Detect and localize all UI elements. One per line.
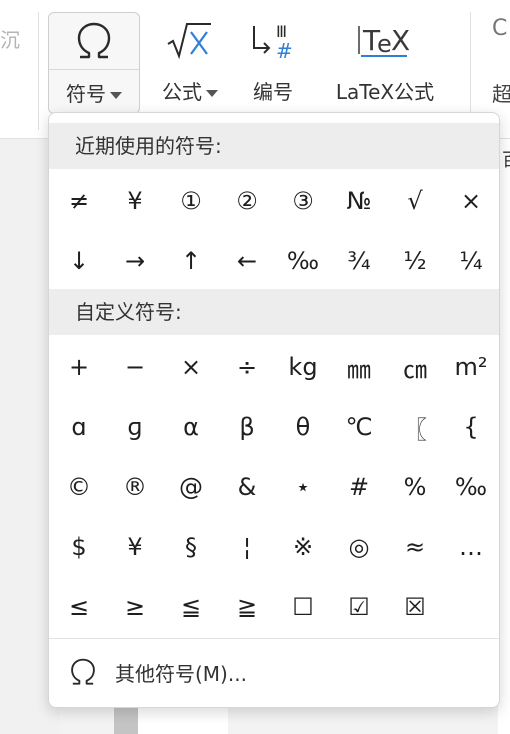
custom-symbol[interactable]: © (51, 457, 107, 517)
custom-symbol[interactable]: + (51, 337, 107, 397)
custom-symbol[interactable]: ÷ (219, 337, 275, 397)
formula-button[interactable]: 公式 (150, 12, 230, 114)
recent-symbol[interactable]: × (443, 171, 499, 231)
latex-icon-area: T e X (316, 12, 454, 68)
recent-symbol[interactable]: № (331, 171, 387, 231)
recent-symbol[interactable]: → (107, 231, 163, 291)
svg-text:e: e (377, 30, 392, 58)
svg-text:#: # (276, 39, 293, 60)
more-symbols-button[interactable]: 其他符号(M)... (49, 639, 499, 705)
custom-symbol[interactable]: ⋆ (275, 457, 331, 517)
custom-symbol[interactable]: ≥ (107, 577, 163, 637)
custom-symbol[interactable]: θ (275, 397, 331, 457)
custom-symbol[interactable]: kg (275, 337, 331, 397)
custom-symbol[interactable]: ɑ (51, 397, 107, 457)
custom-symbol[interactable]: − (107, 337, 163, 397)
custom-symbol[interactable]: § (163, 517, 219, 577)
recent-symbol[interactable]: ‰ (275, 231, 331, 291)
custom-symbol[interactable]: ≤ (51, 577, 107, 637)
latex-button-label: LaTeX公式 (335, 80, 435, 104)
formula-icon-area (150, 12, 230, 68)
custom-symbol[interactable]: { (443, 397, 499, 457)
recent-symbol[interactable]: ② (219, 171, 275, 231)
symbol-button[interactable]: 符号 (48, 12, 140, 114)
chevron-down-icon (206, 90, 218, 97)
custom-symbol[interactable]: $ (51, 517, 107, 577)
omega-icon (77, 22, 111, 59)
ribbon-separator (38, 12, 39, 130)
custom-symbol[interactable]: ≦ (163, 577, 219, 637)
omega-icon (65, 657, 101, 687)
recent-symbol[interactable]: ↓ (51, 231, 107, 291)
ribbon-right-cut-label: 超 (492, 82, 510, 106)
symbol-button-label: 符号 (66, 82, 106, 106)
custom-symbol[interactable]: ◎ (331, 517, 387, 577)
custom-symbol[interactable]: # (331, 457, 387, 517)
custom-symbol[interactable]: ℃ (331, 397, 387, 457)
svg-text:X: X (391, 24, 410, 57)
custom-symbol[interactable]: ☐ (275, 577, 331, 637)
custom-symbol[interactable]: ≧ (219, 577, 275, 637)
custom-symbol[interactable]: ☑ (331, 577, 387, 637)
more-symbols-label: 其他符号(M)... (115, 661, 247, 686)
custom-symbol[interactable]: × (163, 337, 219, 397)
custom-symbol[interactable]: ‰ (443, 457, 499, 517)
recent-symbol[interactable]: ≠ (51, 171, 107, 231)
custom-symbols-heading: 自定义符号: (49, 289, 499, 335)
symbol-button-dropdown[interactable]: 符号 (49, 78, 139, 107)
custom-symbol[interactable]: β (219, 397, 275, 457)
numbering-icon: Ⅲ # (253, 22, 293, 60)
custom-symbols-grid: + − × ÷ kg ㎜㎝ m² ɑ ɡ α β θ ℃ 〖{ © ® @ & ⋆ #% ‰ $ ¥ § ¦ ※ ◎ ≈… ≤ ≥ ≦ ≧ ☐ ☑… (49, 337, 499, 637)
recent-symbol[interactable]: ③ (275, 171, 331, 231)
recent-symbol[interactable]: √ (387, 171, 443, 231)
custom-symbol[interactable]: ≈ (387, 517, 443, 577)
numbering-button-label: 编号 (253, 80, 293, 104)
custom-symbol[interactable]: ɡ (107, 397, 163, 457)
latex-formula-button[interactable]: T e X LaTeX公式 (316, 12, 454, 114)
recent-symbol[interactable]: ↑ (163, 231, 219, 291)
recent-symbols-heading: 近期使用的符号: (49, 123, 499, 169)
custom-symbol[interactable]: ㎝ (387, 337, 443, 397)
numbering-icon-area: Ⅲ # (240, 12, 306, 68)
custom-symbol[interactable]: … (443, 517, 499, 577)
custom-symbol[interactable]: ㎜ (331, 337, 387, 397)
recent-symbol[interactable]: ¾ (331, 231, 387, 291)
custom-symbol[interactable]: m² (443, 337, 499, 397)
formula-button-label: 公式 (162, 80, 202, 104)
numbering-button[interactable]: Ⅲ # 编号 (240, 12, 306, 114)
custom-symbol[interactable]: @ (163, 457, 219, 517)
custom-symbol[interactable]: ¦ (219, 517, 275, 577)
ribbon-left-cut-text: 沉 (0, 28, 20, 52)
chevron-down-icon (110, 92, 122, 99)
formula-label-row: 公式 (150, 76, 230, 105)
symbol-button-icon-area[interactable] (49, 13, 139, 70)
recent-symbol[interactable]: ¼ (443, 231, 499, 291)
recent-symbols-grid: ≠ ¥ ① ② ③ № √ × ↓ → ↑ ← ‰ ¾ ½ ¼ (49, 171, 499, 291)
recent-symbol[interactable]: ¥ (107, 171, 163, 231)
ribbon-right-cut-icon-text: C (492, 16, 508, 41)
sqrt-x-icon (167, 23, 211, 60)
custom-symbol[interactable]: ® (107, 457, 163, 517)
symbol-dropdown-panel: 近期使用的符号: ≠ ¥ ① ② ③ № √ × ↓ → ↑ ← ‰ ¾ ½ ¼ 自定义符号: + − × ÷ kg ㎜… (48, 112, 500, 708)
custom-symbol[interactable]: ※ (275, 517, 331, 577)
custom-symbol[interactable]: ¥ (107, 517, 163, 577)
recent-symbol[interactable]: ← (219, 231, 275, 291)
recent-symbol[interactable]: ½ (387, 231, 443, 291)
custom-symbol[interactable]: 〖 (387, 397, 443, 457)
document-text-fragment: 百 (502, 146, 510, 172)
custom-symbol[interactable]: % (387, 457, 443, 517)
tex-icon: T e X (358, 24, 410, 58)
custom-symbol[interactable]: ☒ (387, 577, 443, 637)
custom-symbol[interactable]: & (219, 457, 275, 517)
custom-symbol[interactable]: α (163, 397, 219, 457)
recent-symbol[interactable]: ① (163, 171, 219, 231)
